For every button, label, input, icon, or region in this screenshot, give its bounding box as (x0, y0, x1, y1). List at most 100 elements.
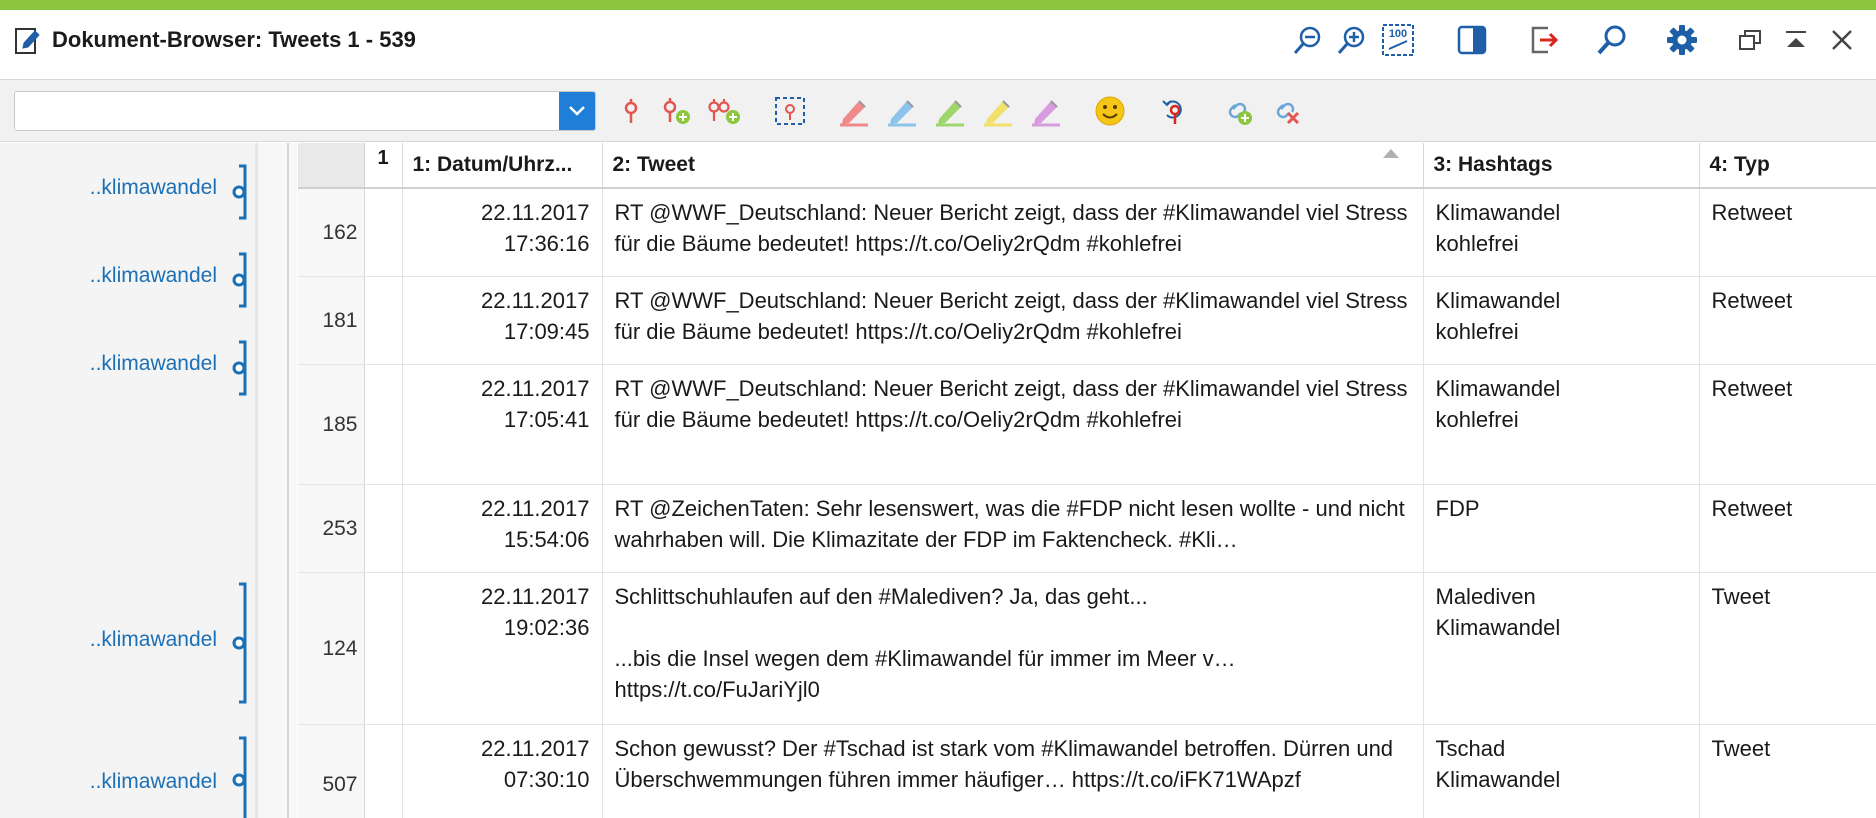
panel-toggle-icon[interactable] (1452, 20, 1492, 60)
hashtags-cell: Tschad Klimawandel (1423, 724, 1700, 818)
code-bracket-icon (232, 252, 247, 308)
link-add-icon[interactable] (1220, 93, 1256, 129)
row-flag-cell[interactable] (364, 364, 403, 485)
toolbar (0, 80, 1876, 142)
date-value: 22.11.2017 (481, 200, 590, 225)
code-label: ..klimawandel (89, 176, 217, 199)
code-add-icon[interactable] (658, 93, 694, 129)
highlighter-yellow-icon[interactable] (980, 93, 1016, 129)
column-header-tweet-label: 2: Tweet (612, 153, 695, 176)
code-mark[interactable]: ..klimawandel (0, 340, 257, 396)
code-mark[interactable]: ..klimawandel (0, 735, 257, 818)
row-flag-cell[interactable] (364, 572, 403, 725)
date-value: 22.11.2017 (481, 583, 590, 609)
paragraph-gutter (257, 143, 297, 818)
restore-window-icon[interactable] (1730, 20, 1770, 60)
emoticon-icon[interactable] (1092, 93, 1128, 129)
column-header-flag[interactable]: 1 (364, 143, 403, 189)
code-add-multiple-icon[interactable] (706, 93, 742, 129)
settings-gear-icon[interactable] (1662, 20, 1702, 60)
document-table: 1 1: Datum/Uhrz... 2: Tweet 3: Hashtags … (298, 143, 1876, 818)
time-value: 15:54:06 (503, 526, 590, 552)
row-flag-cell[interactable] (364, 724, 403, 818)
column-header-hashtags[interactable]: 3: Hashtags (1423, 143, 1700, 189)
search-icon[interactable] (1592, 20, 1632, 60)
code-mark[interactable]: ..klimawandel (0, 582, 257, 704)
highlighter-green-icon[interactable] (932, 93, 968, 129)
date-cell: 22.11.2017 17:09:45 (402, 276, 603, 365)
date-cell: 22.11.2017 15:54:06 (402, 484, 603, 573)
svg-text:100: 100 (1389, 28, 1407, 40)
tweet-cell: RT @WWF_Deutschland: Neuer Bericht zeigt… (602, 188, 1424, 277)
zoom-in-icon[interactable] (1332, 20, 1372, 60)
table-row[interactable]: 181 22.11.2017 17:09:45 RT @WWF_Deutschla… (298, 276, 1876, 365)
code-label: ..klimawandel (89, 264, 217, 287)
selection-frame-icon[interactable] (772, 93, 808, 129)
tweet-cell: Schon gewusst? Der #Tschad ist stark vom… (602, 724, 1424, 818)
table-row[interactable]: 185 22.11.2017 17:05:41 RT @WWF_Deutschla… (298, 364, 1876, 485)
hashtags-cell: Klimawandel kohlefrei (1423, 364, 1700, 485)
row-flag-cell[interactable] (364, 484, 403, 573)
type-cell: Tweet (1699, 572, 1876, 725)
row-number: 507 (298, 724, 365, 818)
date-value: 22.11.2017 (481, 375, 590, 401)
row-number: 253 (298, 484, 365, 573)
select-all-corner[interactable] (298, 143, 365, 189)
table-row[interactable]: 162 22.11.2017 17:36:16 RT @WWF_Deutschla… (298, 188, 1876, 277)
column-header-typ[interactable]: 4: Typ (1699, 143, 1876, 189)
row-flag-cell[interactable] (364, 276, 403, 365)
time-value: 19:02:36 (503, 614, 590, 640)
tweet-cell: RT @WWF_Deutschland: Neuer Bericht zeigt… (602, 364, 1424, 485)
table-row[interactable]: 124 22.11.2017 19:02:36 Schlittschuhlaufe… (298, 572, 1876, 725)
code-mark[interactable]: ..klimawandel (0, 252, 257, 308)
column-header-datum[interactable]: 1: Datum/Uhrz... (402, 143, 603, 189)
type-cell: Retweet (1699, 188, 1876, 277)
collapse-icon[interactable] (1776, 20, 1816, 60)
code-bracket-icon (232, 164, 247, 220)
code-icon[interactable] (613, 93, 649, 129)
title-bar: Dokument-Browser: Tweets 1 - 539 100 (0, 10, 1876, 80)
zoom-out-icon[interactable] (1288, 20, 1328, 60)
time-value: 17:05:41 (503, 406, 590, 432)
date-value: 22.11.2017 (481, 735, 590, 761)
code-bracket-icon (232, 582, 247, 704)
table-header-row: 1 1: Datum/Uhrz... 2: Tweet 3: Hashtags … (298, 143, 1876, 189)
date-value: 22.11.2017 (481, 495, 590, 521)
type-cell: Retweet (1699, 276, 1876, 365)
window-accent-bar (0, 0, 1876, 10)
window-title: Dokument-Browser: Tweets 1 - 539 (52, 27, 416, 52)
sort-ascending-icon (1382, 149, 1399, 158)
undo-code-icon[interactable] (1156, 93, 1192, 129)
code-mark[interactable]: ..klimawandel (0, 164, 257, 220)
code-bracket-icon (232, 340, 247, 396)
time-value: 17:09:45 (503, 318, 590, 344)
code-stripe-panel: ..klimawandel ..klimawandel ..klimawande… (0, 143, 257, 818)
document-browser-content: ..klimawandel ..klimawandel ..klimawande… (0, 143, 1876, 818)
search-combobox[interactable] (14, 91, 596, 131)
highlighter-blue-icon[interactable] (884, 93, 920, 129)
zoom-100-icon[interactable]: 100 (1378, 20, 1418, 60)
hashtags-cell: FDP (1423, 484, 1700, 573)
code-label: ..klimawandel (89, 352, 217, 375)
date-cell: 22.11.2017 07:30:10 (402, 724, 603, 818)
link-remove-icon[interactable] (1268, 93, 1304, 129)
code-label: ..klimawandel (89, 628, 217, 651)
chevron-down-icon[interactable] (559, 92, 595, 130)
tweet-cell: Schlittschuhlaufen auf den #Malediven? J… (602, 572, 1424, 725)
close-icon[interactable] (1822, 20, 1862, 60)
code-bracket-icon (232, 736, 247, 818)
tweet-cell: RT @WWF_Deutschland: Neuer Bericht zeigt… (602, 276, 1424, 365)
export-icon[interactable] (1524, 20, 1564, 60)
hashtags-cell: Malediven Klimawandel (1423, 572, 1700, 725)
edit-document-icon (14, 24, 42, 56)
row-flag-cell[interactable] (364, 188, 403, 277)
hashtags-cell: Klimawandel kohlefrei (1423, 188, 1700, 277)
column-header-tweet[interactable]: 2: Tweet (602, 143, 1424, 189)
row-number: 185 (298, 364, 365, 485)
row-number: 162 (298, 188, 365, 277)
table-row[interactable]: 507 22.11.2017 07:30:10 Schon gewusst? De… (298, 724, 1876, 818)
highlighter-red-icon[interactable] (836, 93, 872, 129)
table-row[interactable]: 253 22.11.2017 15:54:06 RT @ZeichenTaten:… (298, 484, 1876, 573)
search-input[interactable] (15, 92, 559, 130)
highlighter-purple-icon[interactable] (1028, 93, 1064, 129)
